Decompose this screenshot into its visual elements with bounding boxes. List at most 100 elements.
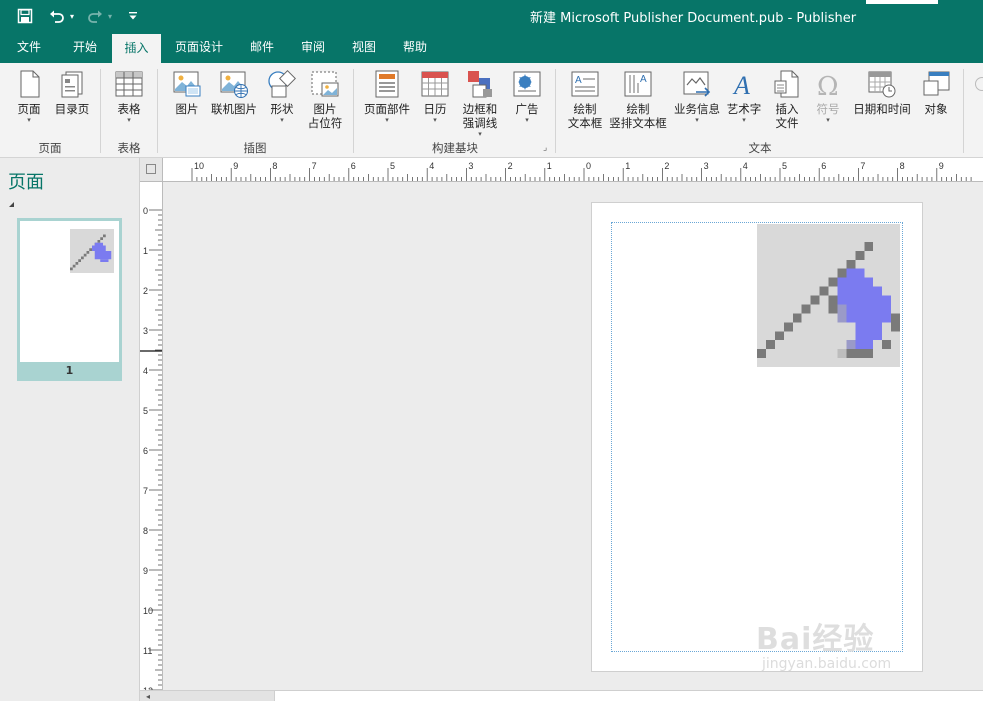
insert-file-icon (772, 69, 802, 99)
ruler-label: 5 (143, 406, 148, 416)
dialog-launcher-icon[interactable]: ⌟ (543, 143, 547, 153)
online-picture-button[interactable]: 联机图片 (208, 69, 260, 116)
calendar-icon (420, 69, 450, 99)
tab-file[interactable]: 文件 (5, 32, 53, 63)
tab-mailings[interactable]: 邮件 (240, 32, 284, 63)
group-separator (353, 69, 354, 153)
picture-placeholder-button[interactable]: 图片 占位符 (304, 69, 346, 130)
ruler-label: 5 (390, 161, 395, 171)
tab-help[interactable]: 帮助 (393, 32, 437, 63)
vertical-textbox-icon: A (623, 69, 653, 99)
ribbon-tabs: 文件 开始 插入 页面设计 邮件 审阅 视图 帮助 (0, 32, 983, 63)
draw-vertical-textbox-button[interactable]: A 绘制 竖排文本框 (608, 69, 668, 130)
title-bar: ▾ ▾ 新建 Microsoft Publisher Document.pub … (0, 0, 983, 32)
ruler-label: 7 (143, 486, 148, 496)
undo-dropdown-icon[interactable]: ▾ (70, 12, 74, 21)
group-label-tables: 表格 (117, 141, 141, 155)
redo-dropdown-icon[interactable]: ▾ (108, 12, 112, 21)
svg-text:A: A (575, 75, 582, 86)
ruler-label: 4 (429, 161, 434, 171)
ruler-label: 1 (143, 246, 148, 256)
group-separator (157, 69, 158, 153)
ruler-label: 3 (468, 161, 473, 171)
page-parts-icon (372, 69, 402, 99)
tab-review[interactable]: 审阅 (291, 32, 335, 63)
ruler-label: 4 (143, 366, 148, 376)
ruler-label: 2 (508, 161, 513, 171)
group-label-building-blocks: 构建基块 (432, 141, 478, 155)
ruler-label: 11 (143, 646, 152, 656)
redo-icon[interactable] (84, 6, 106, 26)
ruler-label: 7 (312, 161, 317, 171)
svg-text:A: A (732, 71, 750, 99)
ruler-label: 8 (143, 526, 148, 536)
ribbon: 页面 ▾ 目录页 页面 表格 ▾ 表格 图片 联机图片 形状 ▾ 图片 占位符 … (0, 63, 983, 158)
collapse-icon[interactable] (9, 202, 14, 207)
vertical-ruler[interactable]: 0123456789101112 (140, 182, 163, 690)
ruler-label: 0 (586, 161, 591, 171)
insert-file-button[interactable]: 插入 文件 (771, 69, 803, 130)
textbox-icon: A (570, 69, 600, 99)
watermark-url: jingyan.baidu.com (762, 656, 892, 672)
borders-accents-button[interactable]: 边框和 强调线 ▾ (456, 69, 504, 138)
wordart-button[interactable]: A 艺术字 ▾ (725, 69, 763, 124)
ruler-label: 5 (782, 161, 787, 171)
group-label-text: 文本 (748, 141, 772, 155)
ruler-label: 1 (625, 161, 630, 171)
ruler-label: 6 (351, 161, 356, 171)
ruler-label: 10 (143, 606, 153, 616)
page-number: 1 (65, 364, 74, 377)
watermark-brand: Bai经验 (756, 622, 875, 657)
shapes-button[interactable]: 形状 ▾ (264, 69, 300, 124)
flag-clipart-image[interactable] (757, 224, 900, 367)
svg-text:Ω: Ω (817, 72, 839, 99)
online-picture-icon (219, 69, 249, 99)
ruler-label: 4 (743, 161, 748, 171)
picture-button[interactable]: 图片 (170, 69, 204, 116)
customize-qat-icon[interactable] (122, 6, 144, 26)
tab-insert[interactable]: 插入 (112, 34, 161, 63)
tab-view[interactable]: 视图 (342, 32, 386, 63)
calendar-button[interactable]: 日历 ▾ (418, 69, 452, 124)
account-area[interactable] (866, 0, 938, 4)
wordart-icon: A (729, 69, 759, 100)
horizontal-ruler-ticks: 10 9 8 7 6 5 4 3 2 1 0 1 2 3 4 5 6 7 8 9 (191, 161, 972, 181)
ruler-label: 6 (143, 446, 148, 456)
group-separator (555, 69, 556, 153)
thumbnail-clipart (70, 229, 114, 273)
ruler-corner[interactable] (140, 158, 163, 182)
save-icon[interactable] (14, 6, 36, 26)
advertisements-button[interactable]: 广告 ▾ (510, 69, 544, 124)
advertisement-icon (512, 69, 542, 99)
ruler-label: 2 (664, 161, 669, 171)
ruler-label: 9 (939, 161, 944, 171)
ruler-label: 3 (143, 326, 148, 336)
borders-accents-icon (465, 69, 495, 99)
ruler-label: 6 (821, 161, 826, 171)
catalog-page-button[interactable]: 目录页 (50, 69, 94, 116)
horizontal-ruler[interactable]: 10 9 8 7 6 5 4 3 2 1 0 1 2 3 4 5 6 7 8 9 (163, 158, 983, 182)
table-button[interactable]: 表格 ▾ (110, 69, 148, 124)
overflow-icon[interactable] (975, 77, 983, 91)
picture-icon (172, 69, 202, 99)
symbol-button[interactable]: Ω 符号 ▾ (812, 69, 844, 124)
tab-home[interactable]: 开始 (60, 32, 110, 63)
group-label-pages: 页面 (38, 141, 62, 155)
object-icon (921, 69, 951, 99)
tab-page-design[interactable]: 页面设计 (166, 32, 232, 63)
undo-icon[interactable] (46, 6, 68, 26)
horizontal-scrollbar[interactable]: ◂ (140, 690, 983, 701)
business-information-button[interactable]: 业务信息 ▾ (672, 69, 722, 124)
scroll-left-icon[interactable]: ◂ (146, 692, 150, 701)
ruler-label: 8 (272, 161, 277, 171)
date-time-button[interactable]: 日期和时间 (851, 69, 913, 116)
object-button[interactable]: 对象 (920, 69, 952, 116)
catalog-page-icon (57, 69, 87, 99)
scrollbar-thumb[interactable] (274, 691, 983, 701)
ruler-label: 2 (143, 286, 148, 296)
page-thumbnail[interactable]: 1 (17, 218, 122, 381)
draw-textbox-button[interactable]: A 绘制 文本框 (566, 69, 604, 130)
page-button[interactable]: 页面 ▾ (12, 69, 46, 124)
group-label-illustrations: 插图 (243, 141, 267, 155)
page-parts-button[interactable]: 页面部件 ▾ (361, 69, 413, 124)
